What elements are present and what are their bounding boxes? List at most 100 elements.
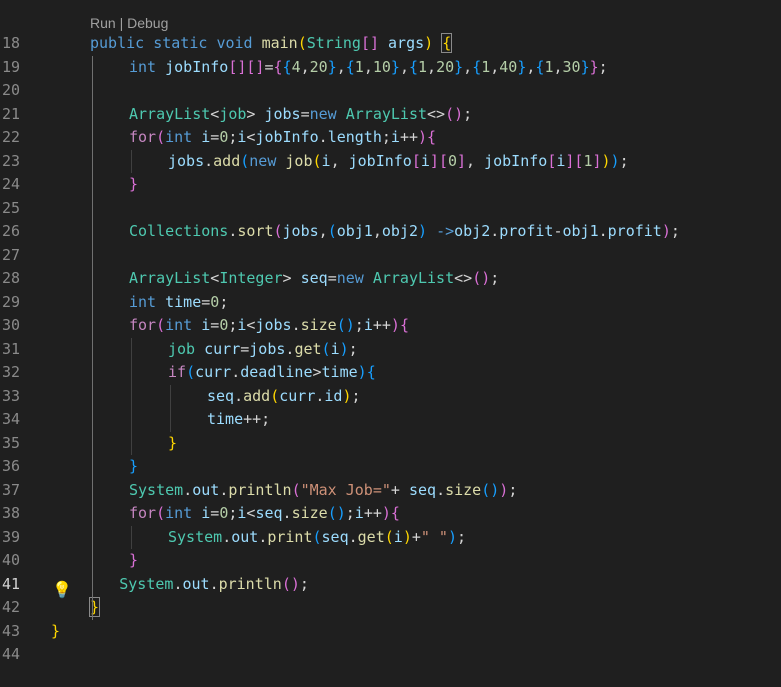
code-line[interactable]: 44 — [0, 643, 781, 667]
code-token: = — [210, 128, 220, 146]
code-token: curr — [204, 339, 241, 358]
line-number[interactable]: 25 — [0, 197, 20, 221]
line-number[interactable]: 39 — [0, 526, 20, 550]
code-line[interactable]: 42} — [0, 596, 781, 620]
line-code[interactable]: int jobInfo[][]={{4,20},{1,10},{1,20},{1… — [129, 56, 608, 80]
line-number[interactable]: 32 — [0, 361, 20, 385]
code-line[interactable]: 32 if(curr.deadline>time){ — [0, 361, 781, 385]
code-line[interactable]: 22 for(int i=0;i<jobInfo.length;i++){ — [0, 126, 781, 150]
line-code[interactable]: } — [129, 455, 138, 479]
code-line[interactable]: 35} — [0, 432, 781, 456]
line-code[interactable]: for(int i=0;i<jobInfo.length;i++){ — [129, 126, 436, 150]
code-line[interactable]: 40} — [0, 549, 781, 573]
line-number[interactable]: 34 — [0, 408, 20, 432]
line-number[interactable]: 36 — [0, 455, 20, 479]
line-number[interactable]: 18 — [0, 32, 20, 56]
line-code[interactable]: time++; — [207, 408, 270, 432]
line-code[interactable]: ArrayList<job> jobs=new ArrayList<>(); — [129, 103, 472, 127]
code-token: obj2 — [454, 222, 491, 240]
code-line[interactable]: 37 System.out.println("Max Job="+ seq.siz… — [0, 479, 781, 503]
line-number[interactable]: 35 — [0, 432, 20, 456]
code-line[interactable]: 36} — [0, 455, 781, 479]
code-token: println — [228, 480, 292, 499]
code-line[interactable]: 39 System.out.print(seq.get(i)+" "); — [0, 526, 781, 550]
code-token: < — [210, 269, 220, 287]
code-token: time — [321, 363, 358, 381]
code-token: , — [336, 57, 346, 76]
code-line[interactable]: 29 int time=0; — [0, 291, 781, 315]
line-code[interactable]: System.out.print(seq.get(i)+" "); — [168, 526, 466, 550]
line-code[interactable]: int time=0; — [129, 291, 228, 315]
line-code[interactable]: job curr=jobs.get(i); — [168, 338, 358, 362]
line-code[interactable]: seq.add(curr.id); — [207, 385, 361, 409]
code-token: , — [466, 151, 485, 170]
line-number[interactable]: 26 — [0, 220, 20, 244]
code-line[interactable]: 30 for(int i=0;i<jobs.size();i++){ — [0, 314, 781, 338]
code-token: int — [165, 128, 193, 146]
code-line[interactable]: 34 time++; — [0, 408, 781, 432]
line-number[interactable]: 22 — [0, 126, 20, 150]
code-line[interactable]: 28 ArrayList<Integer> seq=new ArrayList<>… — [0, 267, 781, 291]
code-token: [ — [411, 151, 421, 170]
codelens-debug-link[interactable]: Debug — [127, 15, 168, 31]
code-editor[interactable]: Run | Debug 💡 18 public static void main(… — [0, 0, 781, 687]
code-token: System — [129, 480, 184, 499]
code-line[interactable]: 20 — [0, 79, 781, 103]
line-number[interactable]: 21 — [0, 103, 20, 127]
line-number[interactable]: 27 — [0, 244, 20, 268]
line-code[interactable]: for(int i=0;i<jobs.size();i++){ — [129, 314, 409, 338]
code-line[interactable]: 21 ArrayList<job> jobs=new ArrayList<>(); — [0, 103, 781, 127]
line-number[interactable]: 33 — [0, 385, 20, 409]
code-line[interactable]: 25 — [0, 197, 781, 221]
code-token: ArrayList — [372, 269, 455, 287]
line-number[interactable]: 30 — [0, 314, 20, 338]
line-code[interactable]: } — [129, 549, 138, 573]
line-code[interactable]: } — [168, 432, 177, 456]
code-line[interactable]: 27 — [0, 244, 781, 268]
line-number[interactable]: 20 — [0, 79, 20, 103]
line-code[interactable]: } — [51, 620, 60, 644]
line-number[interactable]: 40 — [0, 549, 20, 573]
code-token: . — [318, 128, 328, 146]
line-code[interactable]: public static void main(String[] args) { — [90, 32, 453, 56]
code-line[interactable]: 41 System.out.println(); — [0, 573, 781, 597]
line-number[interactable]: 28 — [0, 267, 20, 291]
code-token: = — [210, 504, 220, 522]
code-token: jobInfo — [348, 151, 412, 170]
code-token: seq — [255, 504, 283, 522]
line-code[interactable]: System.out.println("Max Job="+ seq.size(… — [129, 479, 517, 503]
line-code[interactable]: jobs.add(new job(i, jobInfo[i][0], jobIn… — [168, 150, 629, 174]
line-number[interactable]: 41 — [0, 573, 20, 597]
code-line[interactable]: 18 public static void main(String[] args)… — [0, 32, 781, 56]
line-code[interactable]: } — [129, 173, 138, 197]
code-line[interactable]: 19 int jobInfo[][]={{4,20},{1,10},{1,20},… — [0, 56, 781, 80]
codelens-run-link[interactable]: Run — [90, 15, 116, 31]
code-line[interactable]: 23 jobs.add(new job(i, jobInfo[i][0], job… — [0, 150, 781, 174]
line-number[interactable]: 37 — [0, 479, 20, 503]
line-number[interactable]: 29 — [0, 291, 20, 315]
code-line[interactable]: 26 Collections.sort(jobs,(obj1,obj2) ->ob… — [0, 220, 781, 244]
line-code[interactable]: for(int i=0;i<seq.size();i++){ — [129, 502, 400, 526]
line-number[interactable]: 42 — [0, 596, 20, 620]
code-token: 4 — [291, 57, 301, 76]
code-line[interactable]: 38 for(int i=0;i<seq.size();i++){ — [0, 502, 781, 526]
line-code[interactable]: Collections.sort(jobs,(obj1,obj2) ->obj2… — [129, 220, 680, 244]
code-token: { — [273, 57, 283, 76]
line-number[interactable]: 24 — [0, 173, 20, 197]
line-number[interactable]: 19 — [0, 56, 20, 80]
code-line[interactable]: 33 seq.add(curr.id); — [0, 385, 781, 409]
line-number[interactable]: 44 — [0, 643, 20, 667]
line-code[interactable]: if(curr.deadline>time){ — [168, 361, 376, 385]
code-line[interactable]: 43} — [0, 620, 781, 644]
code-token: new — [309, 104, 337, 123]
line-number[interactable]: 23 — [0, 150, 20, 174]
line-number[interactable]: 43 — [0, 620, 20, 644]
code-line[interactable]: 31 job curr=jobs.get(i); — [0, 338, 781, 362]
code-line[interactable]: 24} — [0, 173, 781, 197]
line-number[interactable]: 31 — [0, 338, 20, 362]
line-code[interactable]: ArrayList<Integer> seq=new ArrayList<>()… — [129, 267, 499, 291]
line-number[interactable]: 38 — [0, 502, 20, 526]
line-code[interactable]: System.out.println(); — [119, 573, 309, 597]
